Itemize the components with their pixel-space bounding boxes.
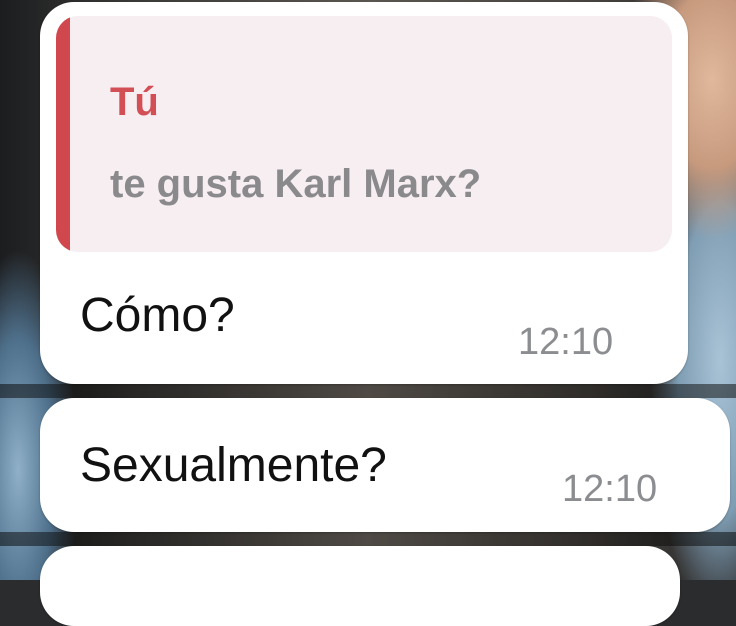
quote-accent-bar [56, 16, 70, 252]
quoted-message-author: Tú [110, 80, 159, 124]
message-bubble-partial[interactable] [40, 546, 680, 626]
message-bubble-reply[interactable]: Tú te gusta Karl Marx? Cómo? 12:10 [40, 2, 688, 384]
message-text: Cómo? [80, 289, 235, 342]
background-divider [0, 532, 736, 546]
quoted-message[interactable]: Tú te gusta Karl Marx? [56, 16, 672, 252]
quoted-message-text: te gusta Karl Marx? [110, 162, 482, 206]
message-timestamp: 12:10 [562, 468, 658, 510]
message-bubble[interactable]: Sexualmente? 12:10 [40, 398, 730, 532]
message-text: Sexualmente? [80, 439, 387, 492]
background-divider [0, 384, 736, 398]
message-timestamp: 12:10 [518, 321, 614, 363]
